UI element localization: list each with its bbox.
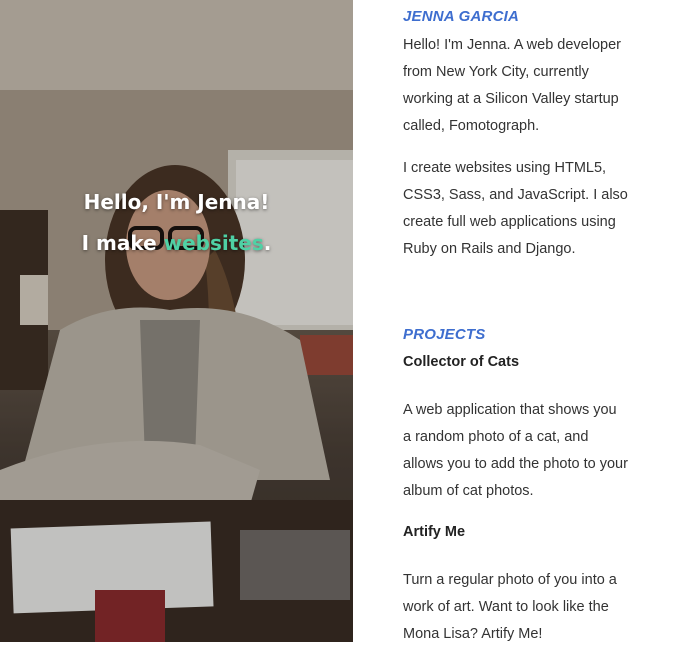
project-description-artify-me: Turn a regular photo of you into a work … [403,572,617,642]
hero-tagline: I make websites. [0,231,353,255]
about-paragraph-2: I create websites using HTML5, CSS3, Sas… [403,160,628,257]
hero-photo-panel: Hello, I'm Jenna! I make websites. [0,0,353,642]
project-title-artify-me: Artify Me [403,524,466,540]
hero-dim-overlay [0,0,353,642]
about-title: JENNA GARCIA [403,8,520,25]
about-paragraph-1: Hello! I'm Jenna. A web developer from N… [403,37,621,134]
hero-tagline-prefix: I make [81,231,164,255]
projects-title: PROJECTS [403,326,486,343]
project-title-collector-of-cats: Collector of Cats [403,354,520,370]
project-description-collector-of-cats: A web application that shows you a rando… [403,402,628,499]
hero-tagline-suffix: . [263,231,272,255]
hero-tagline-highlight: websites [163,231,264,255]
hero-greeting: Hello, I'm Jenna! [83,190,270,214]
